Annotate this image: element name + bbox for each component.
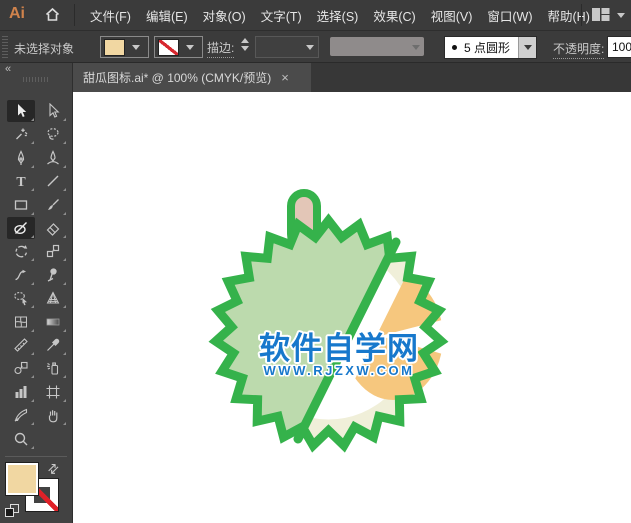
chevron-down-icon [132,44,140,50]
document-tab[interactable]: 甜瓜图标.ai* @ 100% (CMYK/预览) × [73,63,311,92]
menu-type[interactable]: 文字(T) [257,6,306,25]
brush-definition-value: 5 点圆形 [464,41,511,55]
opacity-label[interactable]: 不透明度: [553,40,605,59]
menu-divider [74,4,75,26]
artboard-tool[interactable] [39,381,67,403]
document-tab-bar: 甜瓜图标.ai* @ 100% (CMYK/预览) × [73,63,631,92]
variable-width-dropdown [330,37,424,56]
paintbrush-tool[interactable] [39,194,67,216]
tab-close-icon[interactable]: × [281,70,289,85]
line-segment-tool[interactable] [39,170,67,192]
rectangle-tool[interactable] [7,194,35,216]
menu-object[interactable]: 对象(O) [199,6,250,25]
swap-fill-stroke-icon[interactable]: ⇄ [44,459,63,478]
menu-effect[interactable]: 效果(C) [369,6,419,25]
zoom-tool[interactable] [7,428,35,450]
menu-file[interactable]: 文件(F) [86,6,135,25]
pen-tool[interactable] [7,147,35,169]
panel-collapse-icon[interactable]: « [5,63,11,75]
home-icon[interactable] [44,6,61,28]
chevron-down-icon [306,45,314,50]
panel-drag-handle[interactable] [23,77,49,82]
blend-tool[interactable] [7,357,35,379]
watermark-url: WWW.RJZXW.COM [264,363,415,378]
shaper-tool[interactable] [7,217,35,239]
menu-help[interactable]: 帮助(H) [544,6,594,25]
opacity-field[interactable]: 100% [607,36,631,58]
lasso-tool[interactable] [39,123,67,145]
menu-bar: Ai 文件(F) 编辑(E) 对象(O) 文字(T) 选择(S) 效果(C) 视… [0,0,631,31]
workspace-switcher-icon[interactable] [592,7,610,27]
menu-view[interactable]: 视图(V) [427,6,477,25]
fill-swatch-indicator[interactable] [5,462,39,496]
toolbar-divider [5,456,67,457]
width-tool[interactable] [7,264,35,286]
watermark-title: 软件自学网 [259,331,419,366]
puppet-warp-tool[interactable] [39,264,67,286]
magic-wand-tool[interactable] [7,123,35,145]
stroke-none-swatch[interactable] [158,38,179,56]
column-graph-tool[interactable] [7,381,35,403]
eraser-tool[interactable] [39,217,67,239]
slice-tool[interactable] [7,404,35,426]
mesh-tool[interactable] [7,311,35,333]
control-bar: 未选择对象 描边: 5 点圆形 不透明度: 10 [0,31,631,63]
stroke-weight-stepper[interactable] [241,38,249,51]
ruler-tool[interactable] [7,334,35,356]
brush-definition-dropdown[interactable]: 5 点圆形 [444,36,538,59]
svg-text:T: T [16,175,26,189]
fill-color-dropdown[interactable] [100,36,149,58]
menu-edit[interactable]: 编辑(E) [142,6,192,25]
menu-divider [581,4,582,26]
brush-chevron[interactable] [518,37,537,58]
stroke-weight-label[interactable]: 描边: [207,39,235,58]
stepper-up-icon[interactable] [241,38,249,43]
workspace-chevron-icon[interactable] [617,13,625,18]
selection-status: 未选择对象 [14,42,75,56]
brush-dot-icon [452,45,457,50]
direct-selection-tool[interactable] [39,100,67,122]
curvature-tool[interactable] [39,147,67,169]
stroke-color-dropdown[interactable] [154,36,203,58]
symbol-sprayer-tool[interactable] [39,357,67,379]
panel-grip[interactable] [2,35,8,58]
melon-artwork[interactable]: 软件自学网 WWW.RJZXW.COM [200,185,460,457]
selection-tool[interactable] [7,100,35,122]
canvas[interactable]: 软件自学网 WWW.RJZXW.COM [73,92,631,523]
stroke-weight-field[interactable] [255,36,319,58]
scale-tool[interactable] [39,240,67,262]
gradient-tool[interactable] [39,311,67,333]
hand-tool[interactable] [39,404,67,426]
eyedropper-tool[interactable] [39,334,67,356]
rotate-tool[interactable] [7,240,35,262]
chevron-down-icon [186,44,194,50]
document-title: 甜瓜图标.ai* @ 100% (CMYK/预览) [83,71,272,85]
menu-select[interactable]: 选择(S) [313,6,363,25]
perspective-grid-tool[interactable] [39,287,67,309]
menu-window[interactable]: 窗口(W) [483,6,536,25]
illustrator-window: Ai 文件(F) 编辑(E) 对象(O) 文字(T) 选择(S) 效果(C) 视… [0,0,631,523]
stepper-down-icon[interactable] [241,46,249,51]
fill-swatch[interactable] [104,38,125,56]
ai-logo[interactable]: Ai [9,5,25,23]
menu-items: 文件(F) 编辑(E) 对象(O) 文字(T) 选择(S) 效果(C) 视图(V… [86,0,601,30]
default-fill-stroke-icon[interactable] [5,504,20,517]
type-tool[interactable]: T [7,170,35,192]
tool-panel: « T ⇄ [0,63,73,523]
shape-builder-tool[interactable] [7,287,35,309]
chevron-down-icon [412,45,420,50]
